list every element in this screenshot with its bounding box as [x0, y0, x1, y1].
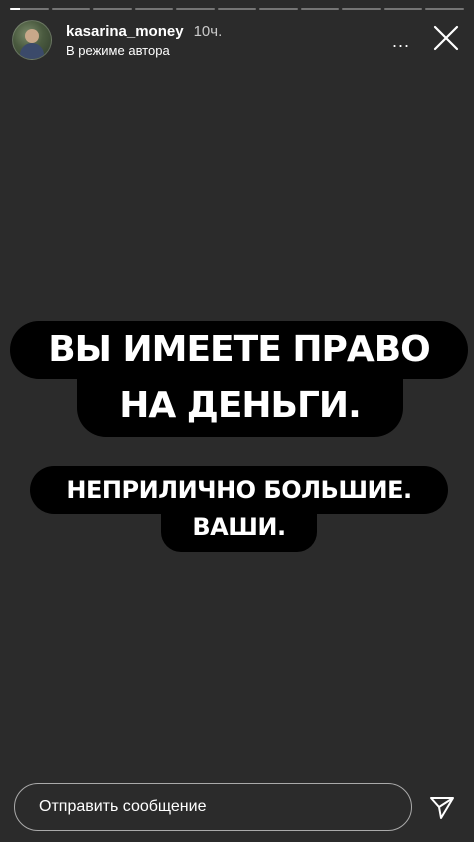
user-top-row: kasarina_money 10ч. — [66, 23, 222, 40]
story-progress-segment — [342, 8, 381, 10]
story-header: kasarina_money 10ч. В режиме автора ... — [12, 20, 462, 60]
story-progress-segment — [10, 8, 49, 10]
story-screen: kasarina_money 10ч. В режиме автора ... … — [0, 0, 474, 842]
story-progress-segment — [176, 8, 215, 10]
username[interactable]: kasarina_money — [66, 23, 184, 40]
story-progress-segment — [425, 8, 465, 10]
message-input[interactable]: Отправить сообщение — [14, 783, 412, 831]
story-progress-fill — [10, 8, 20, 10]
story-progress-segment — [300, 8, 340, 10]
user-info: kasarina_money 10ч. В режиме автора — [66, 23, 222, 58]
close-icon[interactable] — [432, 24, 460, 52]
message-placeholder: Отправить сообщение — [39, 798, 207, 815]
story-text-line-1: ВЫ ИМЕЕТЕ ПРАВО — [10, 321, 468, 379]
creator-mode-label: В режиме автора — [66, 42, 170, 58]
story-progress-segment — [217, 8, 257, 10]
send-icon[interactable] — [428, 794, 456, 822]
story-progress-segment — [51, 8, 91, 10]
more-options-button[interactable]: ... — [392, 32, 410, 50]
story-progress-bar — [10, 8, 465, 10]
story-text-line-2: НА ДЕНЬГИ. — [77, 379, 403, 437]
story-progress-segment — [93, 8, 132, 10]
story-text-line-3: НЕПРИЛИЧНО БОЛЬШИЕ. — [30, 466, 448, 514]
post-time: 10ч. — [193, 22, 223, 40]
story-text-line-4: ВАШИ. — [161, 512, 317, 552]
story-progress-segment — [259, 8, 298, 10]
story-progress-segment — [134, 8, 174, 10]
profile-avatar[interactable] — [12, 20, 52, 60]
story-progress-segment — [383, 8, 423, 10]
